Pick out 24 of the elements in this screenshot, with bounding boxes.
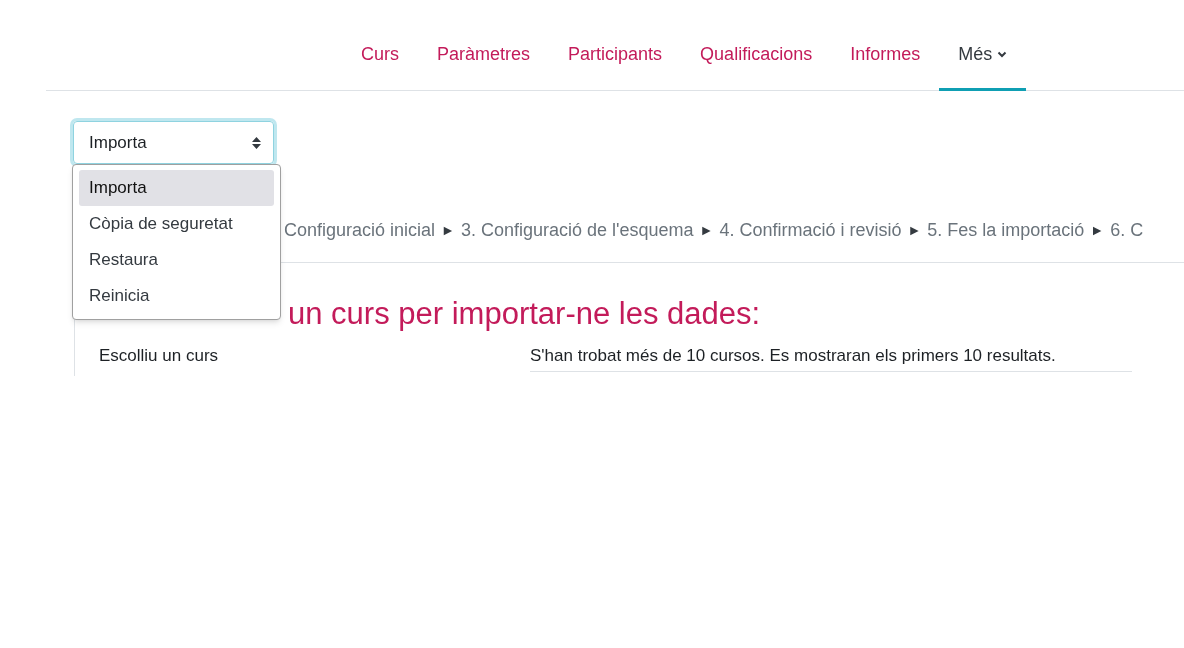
sort-arrows-icon — [252, 136, 261, 149]
nav-tab[interactable]: Més — [939, 21, 1027, 91]
step-separator: ► — [907, 221, 922, 240]
step-label: 6. C — [1110, 219, 1144, 242]
nav-tab[interactable]: Participants — [549, 21, 682, 91]
step-label: 3. Configuració de l'esquema — [460, 219, 694, 242]
nav-tab[interactable]: Qualificacions — [681, 21, 832, 91]
info-message: S'han trobat més de 10 cursos. Es mostraran els primers 10 resultats. — [530, 343, 1132, 372]
nav-tab[interactable]: Informes — [831, 21, 940, 91]
action-select[interactable]: Importa — [73, 121, 274, 164]
step-separator: ► — [441, 221, 455, 240]
step-label: Configuració inicial — [284, 219, 436, 242]
dropdown-option[interactable]: Importa — [79, 170, 274, 206]
field-label: Escolliu un curs — [98, 345, 220, 367]
step-label: 5. Fes la importació — [927, 219, 1085, 242]
step-separator: ► — [699, 221, 714, 240]
nav-tab[interactable]: Curs — [342, 21, 418, 91]
nav-tab[interactable]: Paràmetres — [418, 21, 550, 91]
dropdown-option[interactable]: Còpia de seguretat — [79, 206, 274, 242]
dropdown-option[interactable]: Restaura — [79, 242, 274, 278]
step-label: 4. Confirmació i revisió — [719, 219, 902, 242]
page-heading: un curs per importar-ne les dades: — [288, 295, 761, 333]
dropdown-option[interactable]: Reinicia — [79, 278, 274, 314]
step-separator: ► — [1090, 221, 1105, 240]
